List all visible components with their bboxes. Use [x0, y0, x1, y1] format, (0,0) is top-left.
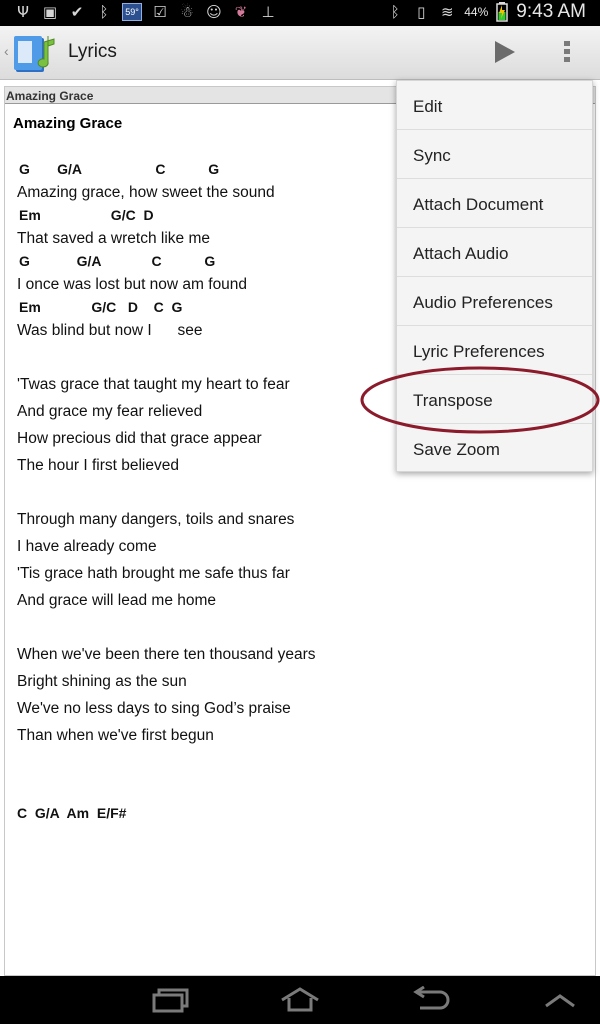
recent-apps-icon[interactable]: [150, 986, 190, 1014]
check-circle-icon: ✔: [70, 3, 84, 21]
lyric-line: That saved a wretch like me: [17, 230, 210, 247]
menu-item-audio-preferences[interactable]: Audio Preferences: [397, 277, 592, 326]
download-icon: ⊥: [261, 3, 275, 21]
app-title: Lyrics: [68, 41, 117, 62]
chord-line: G G/A C G: [19, 161, 220, 177]
menu-item-save-zoom[interactable]: Save Zoom: [397, 424, 592, 473]
song-title: Amazing Grace: [13, 115, 123, 132]
wifi-icon: ≋: [440, 3, 454, 21]
lyric-line: Bright shining as the sun: [17, 673, 187, 690]
lyric-line: How precious did that grace appear: [17, 430, 262, 447]
status-bar: Ψ ▣ ✔ ᛒ 59° ☑ ☃ ☺ ❦ ⊥ ᛒ ▯ ≋ 44% 9:43 AM: [0, 0, 600, 26]
battery-percentage: 44%: [464, 5, 489, 19]
up-caret-icon[interactable]: ‹: [4, 43, 9, 59]
chord-line: Em G/C D C G: [19, 299, 183, 315]
lyric-line: And grace will lead me home: [17, 592, 217, 609]
up-chevron-icon[interactable]: [542, 986, 578, 1014]
menu-item-transpose[interactable]: Transpose: [397, 375, 592, 424]
notification-icons: Ψ ▣ ✔ ᛒ 59° ☑ ☃ ☺ ❦ ⊥: [14, 3, 277, 21]
clock: 9:43 AM: [516, 1, 586, 22]
lyric-line: Amazing grace, how sweet the sound: [17, 184, 275, 201]
lyric-line: We've no less days to sing God’s praise: [17, 700, 291, 717]
chord-line: Em G/C D: [19, 207, 154, 223]
lyric-line: And grace my fear relieved: [17, 403, 203, 420]
menu-item-edit[interactable]: Edit: [397, 81, 592, 130]
lyric-line: Through many dangers, toils and snares: [17, 511, 295, 528]
lyric-line: When we've been there ten thousand years: [17, 646, 316, 663]
lyric-line: 'Tis grace hath brought me safe thus far: [17, 565, 290, 582]
menu-item-lyric-preferences[interactable]: Lyric Preferences: [397, 326, 592, 375]
overflow-icon[interactable]: [556, 36, 578, 68]
smiley-icon: ☺: [206, 3, 222, 21]
message-icon: ☑: [153, 3, 167, 21]
navigation-bar: [0, 976, 600, 1024]
action-bar: ‹ Lyrics: [0, 26, 600, 80]
app-icon[interactable]: [12, 32, 58, 76]
bluetooth-small-icon: ᛒ: [99, 3, 109, 21]
menu-item-sync[interactable]: Sync: [397, 130, 592, 179]
lyric-line: I have already come: [17, 538, 157, 555]
menu-item-attach-document[interactable]: Attach Document: [397, 179, 592, 228]
lyric-line: I once was lost but now am found: [17, 276, 248, 293]
vibrate-icon: ▯: [417, 3, 426, 21]
menu-item-attach-audio[interactable]: Attach Audio: [397, 228, 592, 277]
back-icon[interactable]: [410, 986, 450, 1014]
lyric-line: Was blind but now I see: [17, 322, 203, 339]
battery-icon: [496, 2, 509, 22]
overflow-menu: Edit Sync Attach Document Attach Audio A…: [396, 80, 593, 472]
home-icon[interactable]: [280, 986, 320, 1014]
play-icon[interactable]: [488, 36, 520, 68]
ghost-icon: ☃: [180, 3, 194, 21]
chord-summary: C G/A Am E/F#: [17, 805, 127, 821]
usb-icon: Ψ: [17, 3, 29, 21]
lyric-line: 'Twas grace that taught my heart to fear: [17, 376, 290, 393]
image-icon: ▣: [42, 3, 58, 21]
bluetooth-icon: ᛒ: [390, 3, 400, 21]
weather-icon: 59°: [122, 3, 142, 21]
system-icons: ᛒ ▯ ≋ 44% 9:43 AM: [386, 1, 586, 23]
lyric-line: Than when we've first begun: [17, 727, 214, 744]
chord-line: G G/A C G: [19, 253, 216, 269]
gift-icon: ❦: [234, 3, 248, 21]
lyric-line: The hour I first believed: [17, 457, 179, 474]
